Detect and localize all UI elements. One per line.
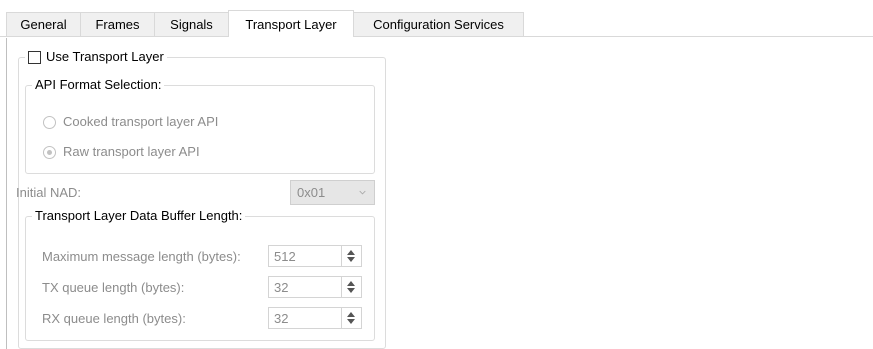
max-message-length-spinner[interactable]: 512 xyxy=(268,245,362,267)
buffer-length-title: Transport Layer Data Buffer Length: xyxy=(35,208,243,223)
tx-queue-length-spinner[interactable]: 32 xyxy=(268,276,362,298)
tab-frames[interactable]: Frames xyxy=(80,12,155,36)
max-message-length-value: 512 xyxy=(274,248,296,264)
spin-down-icon[interactable] xyxy=(347,288,355,293)
cooked-api-label[interactable]: Cooked transport layer API xyxy=(63,114,218,129)
tab-label: Signals xyxy=(170,17,213,32)
spin-down-icon[interactable] xyxy=(347,319,355,324)
use-transport-layer-checkbox[interactable] xyxy=(28,50,41,64)
use-transport-layer-label[interactable]: Use Transport Layer xyxy=(46,49,164,65)
spin-up-icon[interactable] xyxy=(347,250,355,255)
spin-down-icon[interactable] xyxy=(347,257,355,262)
tab-label: Frames xyxy=(95,17,140,32)
chevron-down-icon xyxy=(359,190,366,195)
spin-buttons[interactable] xyxy=(341,308,361,328)
tab-transport-layer[interactable]: Transport Layer xyxy=(228,10,354,38)
tab-label: General xyxy=(20,17,67,32)
panel-left-border xyxy=(6,38,7,349)
rx-queue-length-spinner[interactable]: 32 xyxy=(268,307,362,329)
use-transport-layer-legend: Use Transport Layer xyxy=(25,49,167,65)
raw-api-radio[interactable] xyxy=(43,146,56,159)
raw-api-label[interactable]: Raw transport layer API xyxy=(63,144,200,159)
tab-baseline xyxy=(0,36,873,37)
tab-general[interactable]: General xyxy=(6,12,81,36)
spin-buttons[interactable] xyxy=(341,246,361,266)
tab-label: Transport Layer xyxy=(245,16,337,32)
api-format-title: API Format Selection: xyxy=(35,77,162,92)
tab-label: Configuration Services xyxy=(373,17,504,32)
spin-up-icon[interactable] xyxy=(347,281,355,286)
tx-queue-length-label: TX queue length (bytes): xyxy=(42,280,185,295)
rx-queue-length-value: 32 xyxy=(274,310,289,326)
initial-nad-label: Initial NAD: xyxy=(16,185,82,200)
cooked-api-radio[interactable] xyxy=(43,116,56,129)
spin-up-icon[interactable] xyxy=(347,312,355,317)
max-message-length-label: Maximum message length (bytes): xyxy=(42,249,241,264)
initial-nad-value: 0x01 xyxy=(297,185,326,200)
initial-nad-select[interactable]: 0x01 xyxy=(290,180,375,205)
tab-signals[interactable]: Signals xyxy=(154,12,229,36)
tx-queue-length-value: 32 xyxy=(274,279,289,295)
spin-buttons[interactable] xyxy=(341,277,361,297)
rx-queue-length-label: RX queue length (bytes): xyxy=(42,311,186,326)
tab-configuration-services[interactable]: Configuration Services xyxy=(353,12,524,36)
tab-strip: General Frames Signals Transport Layer C… xyxy=(0,0,873,38)
